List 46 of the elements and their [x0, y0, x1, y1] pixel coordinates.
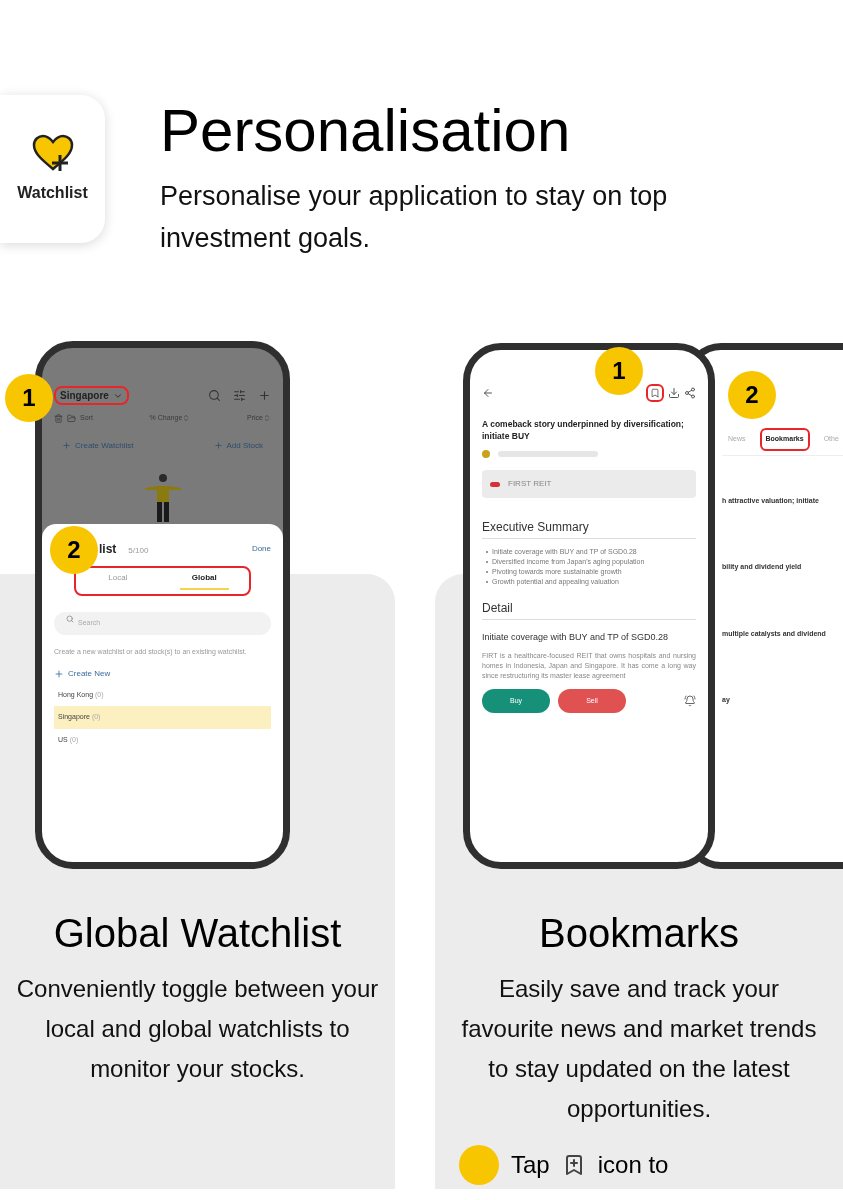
- sort-icon: [263, 414, 271, 423]
- flag-icon: [490, 481, 500, 487]
- step-text: Tap: [511, 1150, 550, 1180]
- tab[interactable]: Local: [96, 572, 140, 590]
- step-number-badge: [459, 1145, 499, 1185]
- filter-icon[interactable]: [233, 389, 246, 402]
- tab[interactable]: Global: [179, 572, 229, 590]
- bookmark-button[interactable]: [646, 384, 664, 402]
- app-icon-card[interactable]: Watchlist: [0, 95, 105, 243]
- sheet-title: list: [99, 541, 117, 558]
- create-new-link[interactable]: Create New: [54, 667, 271, 680]
- market-selector[interactable]: Singapore: [54, 386, 129, 405]
- feature-description: Easily save and track your favourite news and market trends to stay updated on the latest opportunities.: [460, 974, 818, 1124]
- feature-title: Bookmarks: [538, 910, 740, 957]
- sort-icon: [182, 414, 191, 423]
- app-icon-label: Watchlist: [17, 183, 88, 203]
- feature-description: Conveniently toggle between your local and global watchlists to monitor your stocks.: [16, 974, 379, 1084]
- search-icon[interactable]: [208, 389, 221, 402]
- page-title: Personalisation: [160, 96, 572, 166]
- stock-chip[interactable]: FIRST REIT: [482, 470, 696, 498]
- feature-title: Global Watchlist: [53, 910, 342, 957]
- share-icon[interactable]: [684, 387, 696, 399]
- search-icon: [66, 615, 74, 623]
- article-title: A comeback story underpinned by diversification; initiate BUY: [482, 418, 685, 442]
- done-button[interactable]: Done: [251, 543, 271, 555]
- count-label: 5/100: [128, 545, 149, 557]
- folder-icon[interactable]: [67, 413, 76, 423]
- plus-icon: [213, 441, 223, 450]
- author-avatar: [482, 450, 490, 458]
- person-drawing: [142, 471, 183, 522]
- add-icon[interactable]: [258, 389, 271, 402]
- trash-icon[interactable]: [54, 413, 63, 423]
- back-arrow-icon[interactable]: [482, 387, 494, 399]
- step-text: icon to: [597, 1150, 669, 1180]
- section-heading: Executive Summary: [482, 518, 696, 539]
- download-icon[interactable]: [668, 387, 680, 399]
- bookmark-icon: [650, 388, 660, 398]
- heart-plus-icon: [30, 133, 75, 173]
- plus-icon: [62, 441, 71, 450]
- plus-icon: [54, 668, 64, 679]
- alert-icon[interactable]: [684, 695, 696, 707]
- stock-name: FIRST REIT: [508, 478, 552, 490]
- page-subtitle: Personalise your application to stay on top investment goals.: [160, 180, 668, 255]
- step-number-badge: 1: [5, 374, 53, 422]
- section-heading: Detail: [482, 599, 696, 620]
- detail-subheading: Initiate coverage with BUY and TP of SGD0.28: [482, 632, 670, 643]
